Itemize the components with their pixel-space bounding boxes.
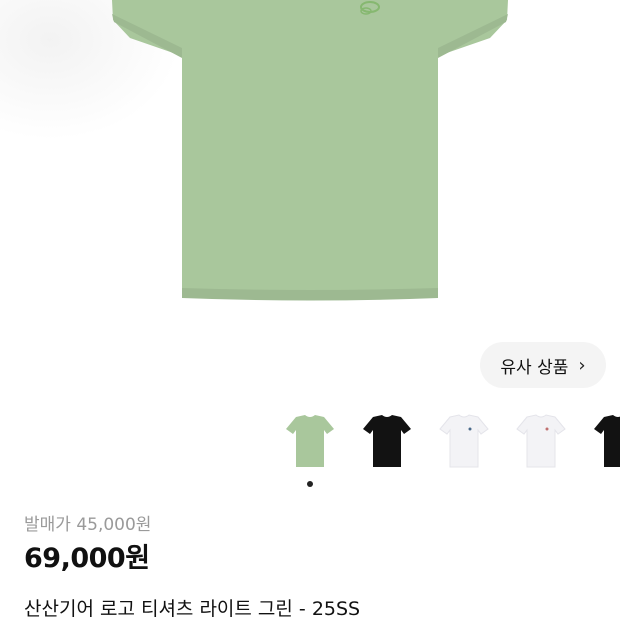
- product-main-image[interactable]: [0, 0, 620, 330]
- chevron-right-icon: ›: [578, 354, 586, 376]
- original-price: 발매가 45,000원: [24, 515, 152, 535]
- color-variant-thumbnails: [0, 405, 620, 477]
- thumbnail-black-2[interactable]: [580, 405, 620, 477]
- thumbnail-black[interactable]: [349, 405, 425, 477]
- similar-products-button[interactable]: 유사 상품 ›: [480, 342, 606, 388]
- pagination-dot: [307, 481, 313, 487]
- similar-products-label: 유사 상품: [500, 357, 569, 378]
- current-price: 69,000원: [24, 543, 150, 574]
- tshirt-image: [112, 0, 508, 301]
- thumbnail-light-green[interactable]: [272, 405, 348, 477]
- thumbnail-white-2[interactable]: [503, 405, 579, 477]
- product-title: 산산기어 로고 티셔츠 라이트 그린 - 25SS: [24, 598, 361, 620]
- thumbnail-white[interactable]: [426, 405, 502, 477]
